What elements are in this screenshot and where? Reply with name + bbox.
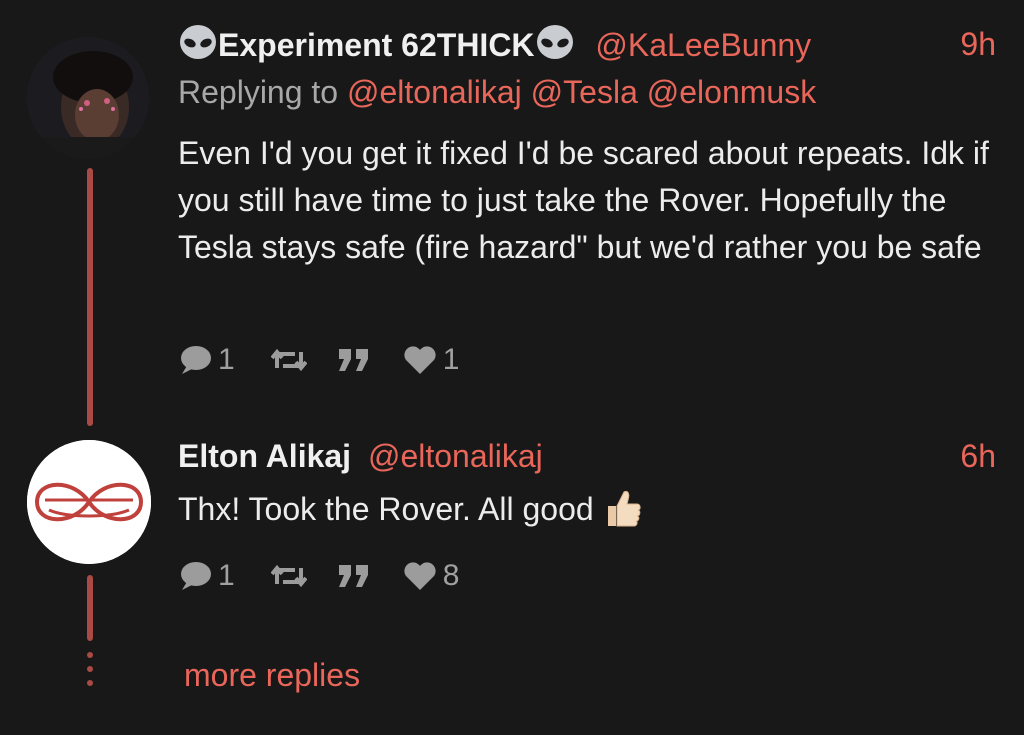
heart-icon — [404, 562, 436, 590]
retweet-icon — [270, 348, 307, 372]
more-replies-link[interactable]: more replies — [184, 655, 360, 695]
reply-handle-link[interactable]: @eltonalikaj — [347, 74, 522, 110]
tweet-actions: 1 1 — [178, 340, 459, 380]
thread-line — [87, 575, 93, 641]
avatar[interactable] — [27, 37, 149, 159]
reply-icon — [181, 562, 211, 590]
replying-to: Replying to @eltonalikaj @Tesla @elonmus… — [178, 72, 816, 112]
quote-icon — [338, 349, 368, 371]
reply-handle-link[interactable]: @Tesla — [531, 74, 638, 110]
replying-prefix: Replying to — [178, 74, 339, 110]
author-name[interactable]: Experiment 62THICK — [218, 27, 535, 63]
quote-button[interactable] — [337, 563, 371, 589]
timestamp[interactable]: 6h — [960, 436, 996, 476]
tweet-actions: 1 8 — [178, 556, 459, 596]
retweet-button[interactable] — [270, 346, 307, 374]
retweet-icon — [270, 564, 307, 588]
tweet-text: Thx! Took the Rover. All good — [178, 486, 1008, 541]
reply-icon — [181, 346, 211, 374]
timestamp[interactable]: 9h — [960, 24, 996, 64]
reply-button[interactable]: 1 — [178, 343, 235, 377]
tweet-text: Even I'd you get it fixed I'd be scared … — [178, 135, 989, 265]
reply-count: 1 — [218, 559, 235, 592]
thumbs-up-icon — [604, 488, 642, 541]
reply-count: 1 — [218, 343, 235, 376]
like-count: 8 — [442, 559, 460, 592]
quote-icon — [338, 565, 368, 587]
infinity-logo-icon — [27, 440, 151, 564]
like-button[interactable]: 8 — [403, 559, 460, 593]
retweet-button[interactable] — [270, 562, 307, 590]
tweet-header: Elton Alikaj @eltonalikaj — [178, 436, 543, 476]
alien-icon — [178, 24, 218, 69]
tweet-header: Experiment 62THICK @KaLeeBunny — [178, 24, 811, 69]
author-name[interactable]: Elton Alikaj — [178, 438, 351, 474]
heart-icon — [404, 346, 436, 374]
like-count: 1 — [442, 343, 460, 376]
thread-line — [87, 168, 93, 426]
tweet-text-content: Thx! Took the Rover. All good — [178, 491, 594, 527]
avatar[interactable] — [27, 440, 151, 564]
like-button[interactable]: 1 — [403, 343, 460, 377]
reply-handle-link[interactable]: @elonmusk — [647, 74, 816, 110]
avatar-photo — [27, 37, 149, 159]
more-replies-dots — [85, 652, 95, 690]
quote-button[interactable] — [337, 347, 371, 373]
alien-icon — [535, 24, 575, 69]
author-handle[interactable]: @eltonalikaj — [368, 438, 543, 474]
author-handle[interactable]: @KaLeeBunny — [595, 27, 811, 63]
reply-button[interactable]: 1 — [178, 559, 235, 593]
